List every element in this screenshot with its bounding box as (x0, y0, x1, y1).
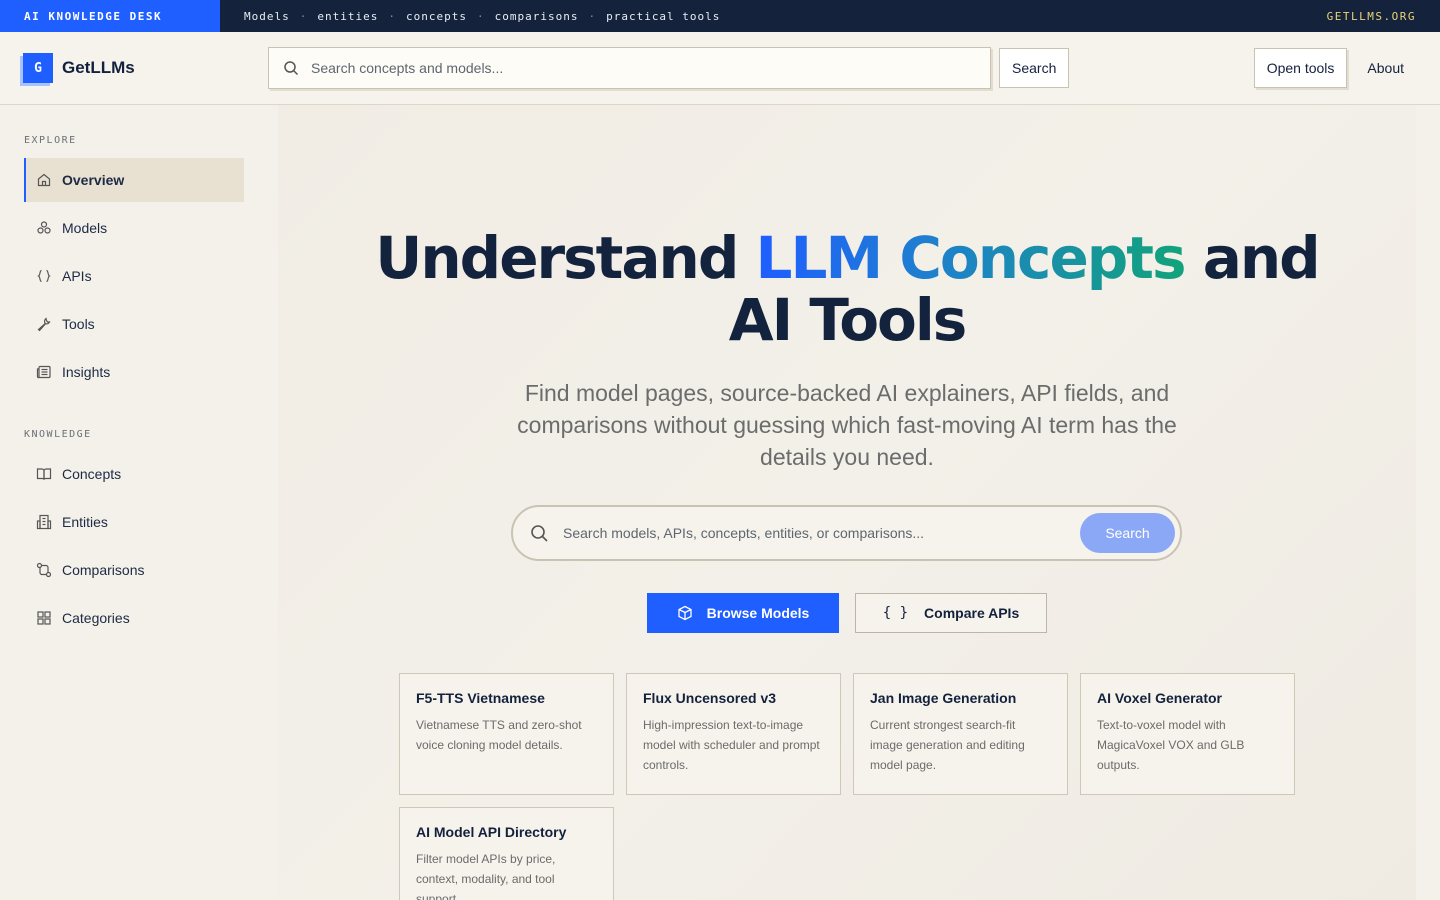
brand-name: GetLLMs (62, 58, 135, 77)
card-title: Flux Uncensored v3 (643, 690, 777, 706)
hero-search-button[interactable]: Search (1080, 513, 1175, 553)
cta-row: Browse Models { } Compare APIs (647, 593, 1047, 633)
card-ai-voxel-generator[interactable]: AI Voxel Generator Text-to-voxel model w… (1080, 673, 1295, 795)
search-icon (531, 525, 548, 542)
hero-search-box: Search (511, 505, 1182, 561)
compare-apis-label: Compare APIs (924, 605, 1020, 621)
sidebar-item-apis[interactable]: APIs (24, 254, 244, 298)
explore-section-title: EXPLORE (24, 135, 77, 146)
sidebar: EXPLORE Overview Models APIs Tools Insig… (0, 105, 268, 900)
card-description: Current strongest search-fit image gener… (870, 718, 1025, 772)
sidebar-item-insights[interactable]: Insights (24, 350, 244, 394)
sidebar-item-concepts[interactable]: Concepts (24, 452, 244, 496)
sidebar-item-label: Insights (62, 364, 111, 380)
brand-link[interactable]: G GetLLMs (0, 53, 268, 83)
separator: · (588, 9, 597, 23)
newspaper-icon (36, 365, 51, 379)
topbar-links: Models · entities · concepts · compariso… (220, 10, 720, 23)
sidebar-item-categories[interactable]: Categories (24, 596, 244, 640)
card-ai-model-api-directory[interactable]: AI Model API Directory Filter model APIs… (399, 807, 614, 900)
card-title: AI Voxel Generator (1097, 690, 1223, 706)
models-icon (37, 221, 51, 234)
separator: · (388, 9, 396, 23)
hero-title-line2: AI Tools (728, 286, 968, 354)
hero-title-post: and (1184, 224, 1321, 292)
compare-icon (36, 562, 52, 578)
sidebar-item-comparisons[interactable]: Comparisons (24, 548, 244, 592)
sidebar-item-label: Entities (62, 514, 108, 530)
braces-icon (37, 269, 51, 283)
topbar-link-concepts[interactable]: concepts (406, 10, 467, 23)
sidebar-item-tools[interactable]: Tools (24, 302, 244, 346)
browse-models-button[interactable]: Browse Models (647, 593, 839, 633)
sidebar-item-label: APIs (62, 268, 92, 284)
open-tools-button[interactable]: Open tools (1253, 48, 1348, 88)
card-f5-tts-vietnamese[interactable]: F5-TTS Vietnamese Vietnamese TTS and zer… (399, 673, 614, 795)
knowledge-nav: Concepts Entities Comparisons Categories (0, 452, 268, 640)
hero-title-highlight: LLM Concepts (755, 224, 1187, 292)
desk-label: AI KNOWLEDGE DESK (0, 0, 220, 32)
wrench-icon (37, 317, 51, 332)
sidebar-item-overview[interactable]: Overview (24, 158, 244, 202)
compare-apis-button[interactable]: { } Compare APIs (855, 593, 1047, 633)
book-icon (36, 468, 52, 480)
cube-icon (677, 605, 692, 621)
sidebar-item-entities[interactable]: Entities (24, 500, 244, 544)
header: G GetLLMs Search Open tools About (0, 32, 1440, 105)
explore-nav: Overview Models APIs Tools Insights (0, 158, 268, 394)
card-title: Jan Image Generation (870, 690, 1017, 706)
topbar-link-practical-tools[interactable]: practical tools (606, 10, 720, 23)
site-domain[interactable]: GETLLMS.ORG (1327, 10, 1440, 23)
grid-icon (37, 611, 51, 625)
card-title: F5-TTS Vietnamese (416, 690, 545, 706)
header-search-input[interactable] (311, 60, 971, 76)
card-description: Vietnamese TTS and zero-shot voice cloni… (416, 718, 582, 752)
card-description: Text-to-voxel model with MagicaVoxel VOX… (1097, 718, 1245, 772)
hero-subtitle: Find model pages, source-backed AI expla… (517, 380, 1177, 470)
knowledge-section-title: KNOWLEDGE (24, 429, 92, 440)
card-flux-uncensored-v3[interactable]: Flux Uncensored v3 High-impression text-… (626, 673, 841, 795)
topbar-link-entities[interactable]: entities (317, 10, 378, 23)
topbar-link-models[interactable]: Models (244, 10, 290, 23)
sidebar-item-label: Models (62, 220, 108, 236)
separator: · (476, 9, 485, 23)
topbar-link-comparisons[interactable]: comparisons (495, 10, 579, 23)
browse-models-label: Browse Models (706, 605, 810, 621)
sidebar-item-label: Overview (62, 172, 125, 188)
about-link[interactable]: About (1367, 60, 1404, 76)
braces-icon: { } (882, 605, 909, 621)
building-icon (36, 514, 52, 530)
header-search-box (268, 47, 991, 89)
search-icon (284, 61, 299, 76)
sidebar-item-label: Concepts (62, 466, 122, 482)
hero-search-input[interactable] (563, 525, 1063, 541)
top-strip: AI KNOWLEDGE DESK Models · entities · co… (0, 0, 1440, 32)
sidebar-item-label: Tools (62, 316, 95, 332)
sidebar-item-label: Categories (62, 610, 130, 626)
logo-icon: G (23, 53, 53, 83)
sidebar-item-models[interactable]: Models (24, 206, 244, 250)
main-content: Understand LLM Concepts and AI Tools Fin… (278, 105, 1416, 900)
sidebar-item-label: Comparisons (62, 562, 145, 578)
hero-title-pre: Understand (375, 224, 756, 292)
separator: · (299, 9, 308, 23)
card-title: AI Model API Directory (416, 824, 567, 840)
home-icon (37, 173, 51, 187)
featured-cards: F5-TTS Vietnamese Vietnamese TTS and zer… (399, 673, 1299, 900)
card-jan-image-generation[interactable]: Jan Image Generation Current strongest s… (853, 673, 1068, 795)
header-search-button[interactable]: Search (999, 48, 1070, 88)
card-description: High-impression text-to-image model with… (643, 718, 820, 772)
hero-title: Understand LLM Concepts and AI Tools (278, 227, 1416, 351)
card-description: Filter model APIs by price, context, mod… (416, 852, 556, 900)
